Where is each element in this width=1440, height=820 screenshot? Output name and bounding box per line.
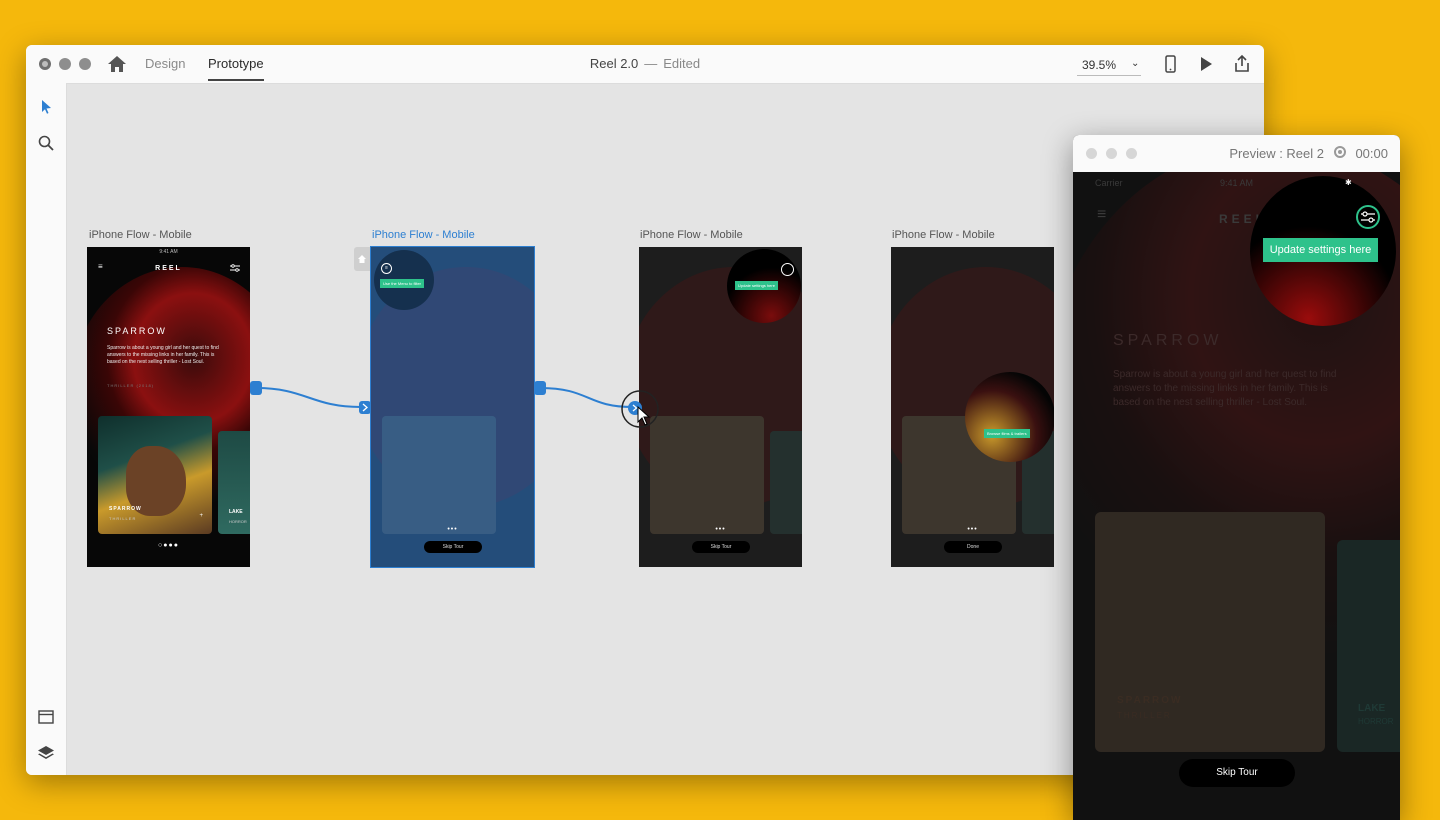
movie-card[interactable]: SPARROW THRILLER + — [98, 416, 212, 534]
genre-label: THRILLER (2018) — [107, 383, 155, 388]
add-icon[interactable]: + — [199, 513, 203, 519]
device-preview-icon[interactable] — [1160, 54, 1180, 74]
tour-tooltip: Update settings here — [735, 281, 778, 290]
wire-handle[interactable] — [534, 381, 546, 395]
movie-card[interactable]: LAKE HORROR — [218, 431, 250, 534]
movie-description: Sparrow is about a young girl and her qu… — [1113, 369, 1337, 408]
preview-title: Preview : Reel 2 — [1229, 146, 1324, 161]
tour-tooltip: Use the Menu to filter — [380, 279, 425, 288]
record-timer: 00:00 — [1355, 146, 1388, 161]
card-genre: THRILLER — [1117, 711, 1172, 720]
play-icon[interactable] — [1196, 54, 1216, 74]
artboard-label[interactable]: iPhone Flow - Mobile — [640, 229, 743, 241]
document-state: Edited — [663, 56, 701, 71]
skip-tour-button[interactable]: Skip Tour — [692, 541, 750, 553]
menu-icon[interactable]: ≡ — [1097, 206, 1106, 224]
assets-icon[interactable] — [36, 707, 56, 727]
app-brand: REEL — [155, 265, 182, 272]
filter-settings-icon[interactable] — [781, 263, 794, 276]
select-tool-icon[interactable] — [36, 97, 56, 117]
card-genre: HORROR — [229, 519, 247, 524]
record-icon[interactable] — [1334, 146, 1346, 158]
done-button[interactable]: Done — [944, 541, 1002, 553]
home-anchor[interactable] — [354, 247, 370, 271]
bluetooth-icon: ✱ — [1345, 178, 1352, 187]
card-title: LAKE — [229, 509, 243, 515]
tour-tooltip: Update settings here — [1263, 238, 1378, 262]
preview-title-bar: Preview : Reel 2 00:00 — [1073, 135, 1400, 173]
home-icon — [358, 255, 366, 263]
skip-tour-button[interactable]: Skip Tour — [424, 541, 482, 553]
chevron-down-icon: ⌄ — [1131, 58, 1140, 69]
title-separator: — — [644, 56, 658, 71]
share-icon[interactable] — [1232, 54, 1252, 74]
card-genre: THRILLER — [109, 516, 137, 521]
artboard-label[interactable]: iPhone Flow - Mobile — [892, 229, 995, 241]
document-name: Reel 2.0 — [589, 56, 639, 71]
card-title: SPARROW — [109, 506, 142, 512]
card-title: SPARROW — [1117, 695, 1183, 706]
page-dots: ○●●● — [158, 542, 179, 549]
wire-handle[interactable] — [250, 381, 262, 395]
search-icon[interactable] — [36, 133, 56, 153]
title-bar: Design Prototype Reel 2.0— Edited 39.5% ⌄ — [26, 45, 1264, 84]
card-title: LAKE — [1358, 703, 1386, 714]
minimize-preview-button[interactable] — [1106, 148, 1117, 159]
wire-target-arrow[interactable] — [359, 401, 371, 414]
spotlight-circle — [965, 372, 1054, 462]
filter-settings-icon — [1361, 211, 1375, 223]
movie-title: SPARROW — [1113, 332, 1223, 349]
close-preview-button[interactable] — [1086, 148, 1097, 159]
filter-settings-icon[interactable] — [230, 264, 240, 272]
status-time: 9:41 AM — [159, 249, 178, 255]
tools-panel — [26, 83, 67, 775]
skip-tour-button[interactable]: Skip Tour — [1179, 759, 1295, 787]
page-dots: ••• — [715, 526, 726, 533]
artboard-tour-settings[interactable]: Update settings here ••• Skip Tour — [639, 247, 802, 567]
movie-description: Sparrow is about a young girl and her qu… — [107, 345, 219, 365]
artboard-label-selected[interactable]: iPhone Flow - Mobile — [372, 229, 475, 241]
maximize-preview-button[interactable] — [1126, 148, 1137, 159]
movie-title: SPARROW — [107, 326, 167, 336]
zoom-dropdown[interactable]: 39.5% ⌄ — [1077, 53, 1141, 76]
preview-window: Preview : Reel 2 00:00 Carrier 9:41 AM ≡… — [1073, 135, 1400, 820]
card-genre: HORROR — [1358, 717, 1394, 726]
artboard-tour-browse[interactable]: Browse films & trailers ••• Done — [891, 247, 1054, 567]
menu-icon[interactable]: ≡ — [381, 263, 392, 274]
artboard-tour-menu[interactable]: ≡ Use the Menu to filter ••• Skip Tour — [370, 246, 535, 568]
artboard-label[interactable]: iPhone Flow - Mobile — [89, 229, 192, 241]
page-dots: ••• — [967, 526, 978, 533]
page-dots: ••• — [447, 526, 458, 533]
artboard-home[interactable]: 9:41 AM ≡ REEL SPARROW Sparrow is about … — [87, 247, 250, 567]
tour-tooltip: Browse films & trailers — [984, 429, 1030, 438]
zoom-value: 39.5% — [1082, 58, 1117, 72]
filter-settings-button[interactable] — [1356, 205, 1380, 229]
preview-screen[interactable]: Carrier 9:41 AM ≡ REEL ✱ Update settings… — [1073, 172, 1400, 820]
layers-icon[interactable] — [36, 743, 56, 763]
